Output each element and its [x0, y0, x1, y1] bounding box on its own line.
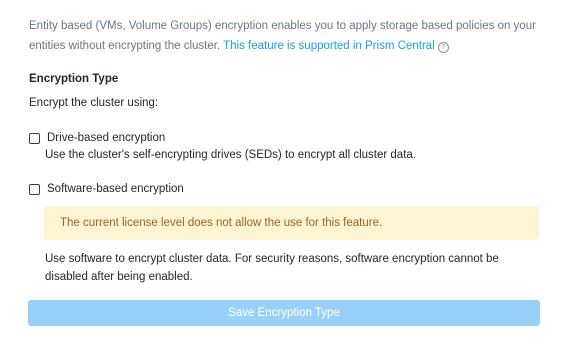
license-warning-text: The current license level does not allow… — [60, 217, 383, 229]
help-icon[interactable]: ? — [437, 42, 449, 53]
save-button-label: Save Encryption Type — [228, 307, 340, 319]
prism-central-link[interactable]: This feature is supported in Prism Centr… — [223, 40, 435, 52]
software-based-label[interactable]: Software-based encryption — [47, 183, 184, 195]
software-based-description: Use software to encrypt cluster data. Fo… — [45, 253, 499, 283]
software-based-option[interactable]: Software-based encryption — [29, 183, 184, 195]
intro-text: Entity based (VMs, Volume Groups) encryp… — [29, 16, 539, 56]
drive-based-description: Use the cluster's self-encrypting drives… — [45, 149, 416, 161]
drive-based-label[interactable]: Drive-based encryption — [47, 132, 165, 144]
license-warning: The current license level does not allow… — [44, 206, 539, 240]
save-encryption-type-button[interactable]: Save Encryption Type — [28, 300, 540, 326]
software-based-checkbox[interactable] — [29, 183, 40, 195]
drive-based-checkbox[interactable] — [29, 132, 40, 144]
encryption-type-subtitle: Encrypt the cluster using: — [29, 97, 159, 109]
drive-based-option[interactable]: Drive-based encryption — [29, 132, 165, 144]
encryption-type-title: Encryption Type — [29, 73, 119, 85]
